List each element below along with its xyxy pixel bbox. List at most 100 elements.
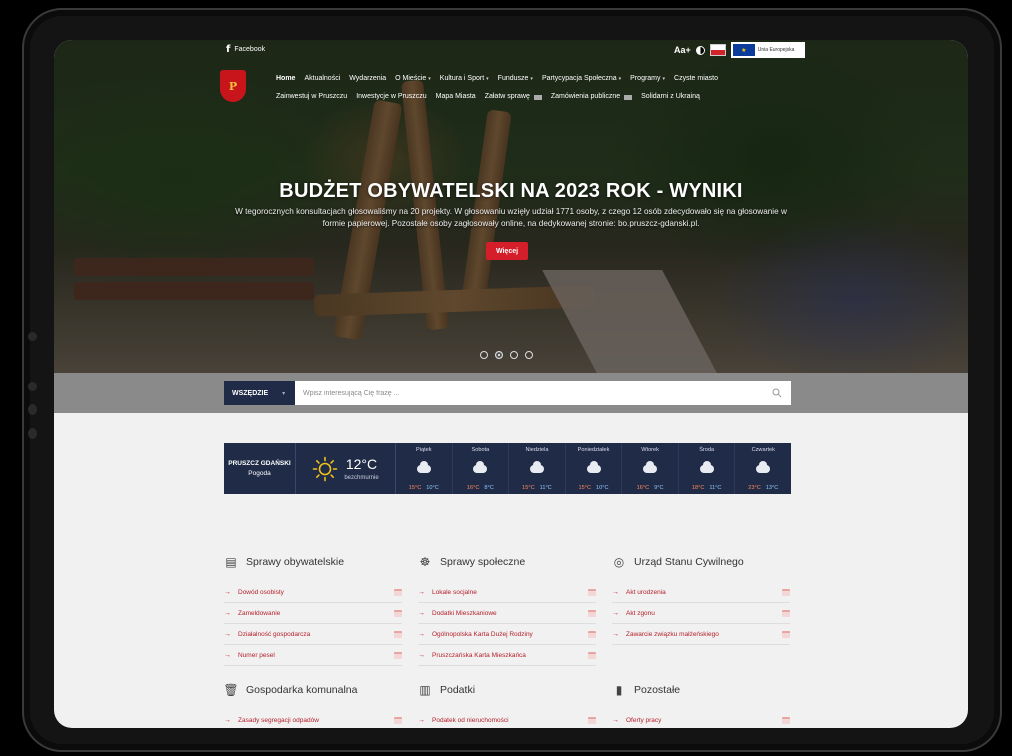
weather-label: Pogoda bbox=[248, 470, 271, 477]
category-link[interactable]: → Zawarcie związku małżeńskiego bbox=[612, 624, 790, 645]
category-link[interactable]: → Dowód osobisty bbox=[224, 582, 402, 603]
contrast-icon[interactable] bbox=[695, 45, 705, 55]
category-link[interactable]: → Oferty pracy bbox=[612, 710, 790, 728]
forecast-temps: 16°C 9°C bbox=[637, 485, 664, 491]
arrow-right-icon: → bbox=[612, 716, 619, 724]
category-heading[interactable]: ◎ Urząd Stanu Cywilnego bbox=[612, 550, 790, 574]
sun-icon bbox=[313, 456, 338, 481]
category-link[interactable]: → Pruszczańska Karta Mieszkańca bbox=[418, 645, 596, 666]
more-button[interactable]: Więcej bbox=[486, 242, 528, 260]
category-heading[interactable]: ▤ Sprawy obywatelskie bbox=[224, 550, 402, 574]
category-link[interactable]: → Numer pesel bbox=[224, 645, 402, 666]
category-link[interactable]: → Zasady segregacji odpadów bbox=[224, 710, 402, 728]
category-heading[interactable]: ☸ Sprawy społeczne bbox=[418, 550, 596, 574]
arrow-right-icon: → bbox=[418, 651, 425, 659]
cloud-icon bbox=[756, 461, 771, 473]
weather-temperature: 12°C bbox=[345, 456, 378, 472]
category-link[interactable]: → Działalność gospodarcza bbox=[224, 624, 402, 645]
nav-item-zainwestuj-w-pruszczu[interactable]: Zainwestuj w Pruszczu bbox=[276, 88, 347, 106]
forecast-day-name: Środa bbox=[699, 447, 715, 453]
category-podatki: ▥ Podatki → Podatek od nieruchomości bbox=[418, 678, 596, 728]
category-heading[interactable]: 🗑 Gospodarka komunalna bbox=[223, 678, 402, 702]
nav-item-mapa-miasta[interactable]: Mapa Miasta bbox=[436, 88, 476, 106]
polish-flag-icon[interactable] bbox=[709, 44, 726, 56]
forecast-high: 15°C bbox=[408, 485, 422, 491]
city-crest-logo[interactable]: P bbox=[220, 70, 246, 102]
category-link-label: Zawarcie związku małżeńskiego bbox=[626, 630, 719, 638]
forecast-day: Niedziela 15°C 11°C bbox=[509, 443, 566, 494]
search-input[interactable] bbox=[295, 381, 791, 405]
browser-screen: f Facebook Aa+ ★ Unia Europejska P Home A… bbox=[54, 40, 968, 728]
weather-description: bezchmurnie bbox=[344, 475, 379, 481]
arrow-right-icon: → bbox=[418, 630, 425, 638]
nav-item-solidarni-z-ukrainą[interactable]: Solidarni z Ukrainą bbox=[641, 88, 700, 106]
forecast-temps: 15°C 10°C bbox=[409, 485, 439, 491]
category-title: Sprawy obywatelskie bbox=[246, 556, 345, 568]
pdf-icon bbox=[394, 716, 402, 724]
nav-item-zamówienia-publiczne[interactable]: Zamówienia publiczne bbox=[551, 88, 633, 106]
category-link[interactable]: → Akt zgonu bbox=[612, 603, 790, 624]
category-link[interactable]: → Akt urodzenia bbox=[612, 582, 790, 603]
forecast-low: 8°C bbox=[484, 485, 494, 491]
nav-item-programy[interactable]: Programy ▾ bbox=[630, 70, 665, 88]
eu-badge[interactable]: ★ Unia Europejska bbox=[730, 42, 805, 58]
slider-dot[interactable] bbox=[480, 351, 488, 359]
nav-item-inwestycje-w-pruszczu[interactable]: Inwestycje w Pruszczu bbox=[356, 88, 426, 106]
category-heading[interactable]: ▥ Podatki bbox=[418, 678, 596, 702]
hero-description: W tegorocznych konsultacjach głosowaliśm… bbox=[235, 207, 787, 228]
category-links: → Zasady segregacji odpadów bbox=[224, 710, 402, 728]
forecast-low: 11°C bbox=[709, 485, 722, 491]
category-link[interactable]: → Lokale socjalne bbox=[418, 582, 596, 603]
category-title: Gospodarka komunalna bbox=[246, 684, 358, 696]
slider-dot[interactable] bbox=[510, 351, 518, 359]
category-links: → Akt urodzenia → Akt zgonu → Zawarcie związk… bbox=[612, 582, 790, 645]
nav-item-kultura-i-sport[interactable]: Kultura i Sport ▾ bbox=[440, 70, 489, 88]
category-link[interactable]: → Ogólnopolska Karta Dużej Rodziny bbox=[418, 624, 596, 645]
category-links: → Dowód osobisty → Zameldowanie → Działalność… bbox=[224, 582, 402, 666]
nav-item-załatw-sprawę[interactable]: Załatw sprawę bbox=[485, 88, 542, 106]
nav-item-czyste-miasto[interactable]: Czyste miasto bbox=[674, 70, 718, 88]
forecast-high: 16°C bbox=[636, 485, 650, 491]
facebook-link[interactable]: f Facebook bbox=[226, 44, 265, 55]
pdf-icon bbox=[588, 609, 596, 617]
pdf-icon bbox=[588, 630, 596, 638]
nav-item-wydarzenia[interactable]: Wydarzenia bbox=[349, 70, 386, 88]
weather-forecast: Piątek 15°C 10°C Sobota 16°C 8°C Niedziela 15°C… bbox=[396, 443, 791, 494]
forecast-day-name: Czwartek bbox=[751, 447, 775, 453]
forecast-temps: 15°C 10°C bbox=[579, 485, 609, 491]
category-link[interactable]: → Podatek od nieruchomości bbox=[418, 710, 596, 728]
category-heading[interactable]: ▮ Pozostałe bbox=[612, 678, 790, 702]
slider-dot[interactable] bbox=[495, 351, 503, 359]
forecast-day: Wtorek 16°C 9°C bbox=[622, 443, 679, 494]
cloud-icon bbox=[699, 461, 714, 473]
cloud-icon bbox=[473, 461, 488, 473]
nav-item-fundusze[interactable]: Fundusze ▾ bbox=[498, 70, 533, 88]
nav-item-aktualności[interactable]: Aktualności bbox=[304, 70, 340, 88]
category-link-label: Pruszczańska Karta Mieszkańca bbox=[432, 651, 526, 659]
font-size-button[interactable]: Aa+ bbox=[674, 45, 691, 55]
category-links: → Oferty pracy bbox=[612, 710, 790, 728]
nav-item-label: Partycypacja Społeczna bbox=[541, 75, 617, 82]
cloud-icon bbox=[416, 461, 431, 473]
nav-item-label: Mapa Miasta bbox=[435, 93, 476, 100]
category-title: Sprawy społeczne bbox=[440, 556, 526, 568]
arrow-right-icon: → bbox=[612, 609, 619, 617]
pdf-icon bbox=[782, 588, 790, 596]
nav-item-o-mieście[interactable]: O Mieście ▾ bbox=[395, 70, 431, 88]
forecast-low: 9°C bbox=[654, 485, 664, 491]
weather-current: 12°C bezchmurnie bbox=[296, 443, 396, 494]
facebook-icon: f bbox=[226, 44, 231, 55]
slider-dot[interactable] bbox=[525, 351, 533, 359]
forecast-temps: 15°C 11°C bbox=[522, 485, 552, 491]
pdf-icon bbox=[394, 630, 402, 638]
category-link[interactable]: → Zameldowanie bbox=[224, 603, 402, 624]
search-scope-select[interactable]: WSZĘDZIE ▾ bbox=[224, 381, 295, 405]
nav-item-label: Zainwestuj w Pruszczu bbox=[276, 93, 348, 100]
nav-item-partycypacja-społeczna[interactable]: Partycypacja Społeczna ▾ bbox=[542, 70, 621, 88]
category-link[interactable]: → Dodatki Mieszkaniowe bbox=[418, 603, 596, 624]
search-icon[interactable] bbox=[772, 388, 782, 398]
nav-item-label: Załatw sprawę bbox=[484, 93, 530, 100]
nav-item-home[interactable]: Home bbox=[276, 70, 295, 88]
category-title: Podatki bbox=[440, 684, 476, 696]
nav-item-label: Aktualności bbox=[304, 75, 341, 82]
